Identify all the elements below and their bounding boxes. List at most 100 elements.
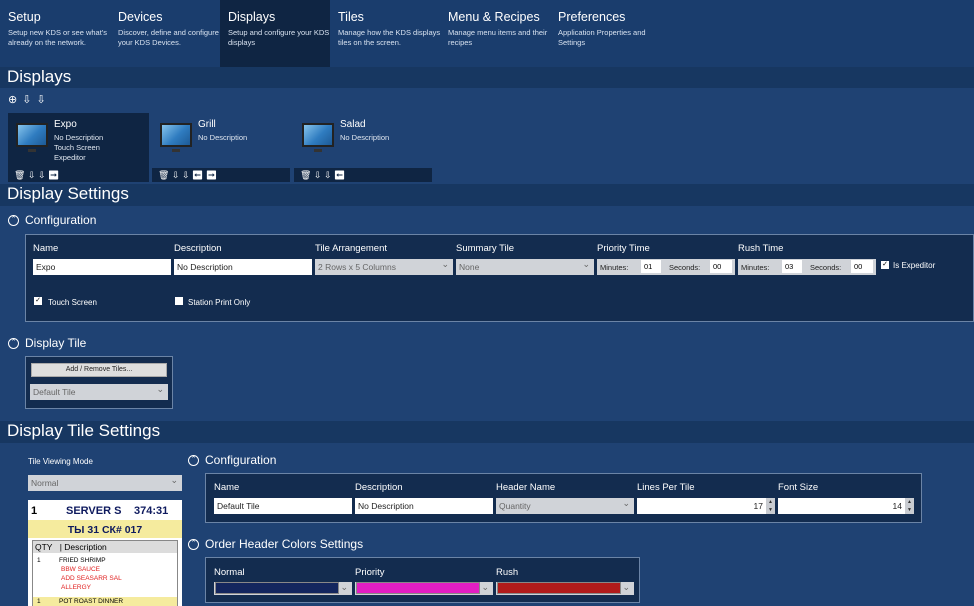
tab-menu-recipes[interactable]: Menu & Recipes Manage menu items and the… <box>440 0 550 67</box>
tab-setup-desc: Setup new KDS or see what's already on t… <box>8 28 107 47</box>
display-card-desc: No Description <box>340 133 390 142</box>
tab-tiles[interactable]: Tiles Manage how the KDS displays tiles … <box>330 0 440 67</box>
tab-setup[interactable]: Setup Setup new KDS or see what's alread… <box>0 0 110 67</box>
tile-name-input[interactable]: Default Tile <box>214 498 352 514</box>
priority-color-picker[interactable] <box>355 579 493 595</box>
display-name-input[interactable]: Expo <box>33 259 171 275</box>
tile-seat: 1 <box>31 505 38 517</box>
display-card-name: Salad <box>340 119 366 130</box>
priority-minutes-input[interactable]: 01 <box>641 260 661 273</box>
priority-seconds-label: Seconds: <box>669 263 701 272</box>
tile-item-name: FRIED SHRIMP <box>59 557 106 564</box>
rush-color-swatch <box>497 582 621 594</box>
priority-time-group: Minutes: 01 Seconds: 00 <box>597 259 735 275</box>
tile-server: SERVER S <box>66 505 122 517</box>
lines-per-tile-label: Lines Per Tile <box>637 482 695 493</box>
configuration-section-header[interactable]: ⌃ Configuration <box>0 210 974 232</box>
display-card-name: Grill <box>198 119 216 130</box>
configuration-label: Configuration <box>25 213 97 227</box>
normal-color-picker[interactable] <box>214 579 352 595</box>
tab-displays-desc: Setup and configure your KDS displays <box>228 28 330 47</box>
tile-description-label: Description <box>355 482 403 493</box>
display-description-input[interactable]: No Description <box>174 259 312 275</box>
tab-preferences-title: Preferences <box>558 10 626 24</box>
tile-configuration-section-header[interactable]: ⌃ Configuration <box>180 450 580 472</box>
display-card-salad[interactable]: Salad No Description 🗑 ⇩ ⇩ ⬅ <box>294 113 432 182</box>
display-tile-panel: Add / Remove Tiles... Default Tile <box>25 356 173 409</box>
touch-screen-checkbox[interactable]: ✓ <box>34 297 42 305</box>
rush-color-label: Rush <box>496 567 519 578</box>
description-label: Description <box>174 243 222 254</box>
tile-item-qty: 1 <box>37 598 41 605</box>
summary-tile-label: Summary Tile <box>456 243 515 254</box>
collapse-icon[interactable]: ⌃ <box>8 215 19 226</box>
priority-seconds-input[interactable]: 00 <box>710 260 732 273</box>
normal-color-label: Normal <box>214 567 245 578</box>
tile-item-highlight: 1 POT ROAST DINNER <box>33 597 177 606</box>
tab-tiles-desc: Manage how the KDS displays tiles on the… <box>338 28 441 47</box>
collapse-icon[interactable]: ⌃ <box>188 455 199 466</box>
display-tile-settings-heading: Display Tile Settings <box>7 421 161 440</box>
tile-col-desc: | Description <box>59 542 107 552</box>
tile-arrangement-select[interactable]: 2 Rows x 5 Columns <box>315 256 453 275</box>
monitor-icon <box>302 123 334 152</box>
display-card-expeditor: Expeditor <box>54 153 86 162</box>
is-expeditor-label: Is Expeditor <box>893 261 936 270</box>
rush-color-picker[interactable] <box>496 579 634 595</box>
collapse-icon[interactable]: ⌃ <box>8 338 19 349</box>
display-card-expo[interactable]: Expo No Description Touch Screen Expedit… <box>8 113 149 182</box>
tab-tiles-title: Tiles <box>338 10 364 24</box>
order-header-colors-label: Order Header Colors Settings <box>205 537 364 551</box>
display-tile-section-header[interactable]: ⌃ Display Tile <box>0 333 974 355</box>
font-size-input[interactable]: 14 <box>778 498 905 514</box>
tab-devices[interactable]: Devices Discover, define and configure y… <box>110 0 220 67</box>
tab-menu-recipes-title: Menu & Recipes <box>448 10 540 24</box>
header-name-select[interactable]: Quantity <box>496 495 634 514</box>
display-toolbar-icons[interactable]: ⊕ ⇩ ⇩ <box>8 93 47 106</box>
priority-minutes-label: Minutes: <box>600 263 629 272</box>
display-card-touch: Touch Screen <box>54 143 100 152</box>
tab-devices-desc: Discover, define and configure your KDS … <box>118 28 219 47</box>
station-print-only-label: Station Print Only <box>188 298 251 307</box>
is-expeditor-checkbox[interactable]: ✓ <box>881 261 889 269</box>
rush-seconds-input[interactable]: 00 <box>851 260 873 273</box>
displays-heading: Displays <box>7 67 72 86</box>
add-remove-tiles-button[interactable]: Add / Remove Tiles... <box>31 363 167 377</box>
display-card-actions[interactable]: 🗑 ⇩ ⇩ ⬅ ➡ <box>152 168 290 182</box>
lines-per-tile-spinner[interactable]: ▲ ▼ <box>766 498 775 514</box>
tile-col-qty: QTY <box>35 542 53 552</box>
order-header-colors-section-header[interactable]: ⌃ Order Header Colors Settings <box>180 534 580 556</box>
tile-ticket: ТЫ 31 СК# 017 <box>67 524 143 536</box>
monitor-icon <box>16 123 48 152</box>
collapse-icon[interactable]: ⌃ <box>188 539 199 550</box>
lines-per-tile-input[interactable]: 17 <box>637 498 766 514</box>
tile-configuration-label: Configuration <box>205 453 277 467</box>
summary-tile-select[interactable]: None <box>456 256 594 275</box>
tile-arrangement-label: Tile Arrangement <box>315 243 387 254</box>
tab-displays-title: Displays <box>228 10 276 24</box>
tab-devices-title: Devices <box>118 10 163 24</box>
tile-ticket-bar: ТЫ 31 СК# 017 <box>28 520 182 538</box>
normal-color-swatch <box>215 582 339 594</box>
font-size-label: Font Size <box>778 482 819 493</box>
rush-minutes-input[interactable]: 03 <box>782 260 802 273</box>
tile-item-mod: ADD SEASARR SAL <box>61 575 122 582</box>
top-navigation: Setup Setup new KDS or see what's alread… <box>0 0 974 67</box>
tile-name-label: Name <box>214 482 240 493</box>
tab-preferences[interactable]: Preferences Application Properties and S… <box>550 0 660 67</box>
tile-viewing-mode-select[interactable]: Normal <box>28 472 182 491</box>
tile-description-input[interactable]: No Description <box>355 498 493 514</box>
display-card-desc: No Description <box>198 133 248 142</box>
display-card-grill[interactable]: Grill No Description 🗑 ⇩ ⇩ ⬅ ➡ <box>152 113 290 182</box>
tile-items-box: QTY | Description 1 FRIED SHRIMP BBW SAU… <box>32 540 178 606</box>
station-print-only-checkbox[interactable] <box>175 297 183 305</box>
monitor-icon <box>160 123 192 152</box>
header-name-label: Header Name <box>496 482 556 493</box>
tab-displays[interactable]: Displays Setup and configure your KDS di… <box>220 0 330 67</box>
display-tile-select[interactable]: Default Tile <box>30 381 168 400</box>
display-card-actions[interactable]: 🗑 ⇩ ⇩ ⬅ <box>294 168 432 182</box>
font-size-spinner[interactable]: ▲ ▼ <box>905 498 914 514</box>
display-settings-heading: Display Settings <box>7 184 129 203</box>
tile-configuration-panel: Name Default Tile Description No Descrip… <box>205 473 922 523</box>
display-card-actions[interactable]: 🗑 ⇩ ⇩ ➡ <box>8 168 149 182</box>
